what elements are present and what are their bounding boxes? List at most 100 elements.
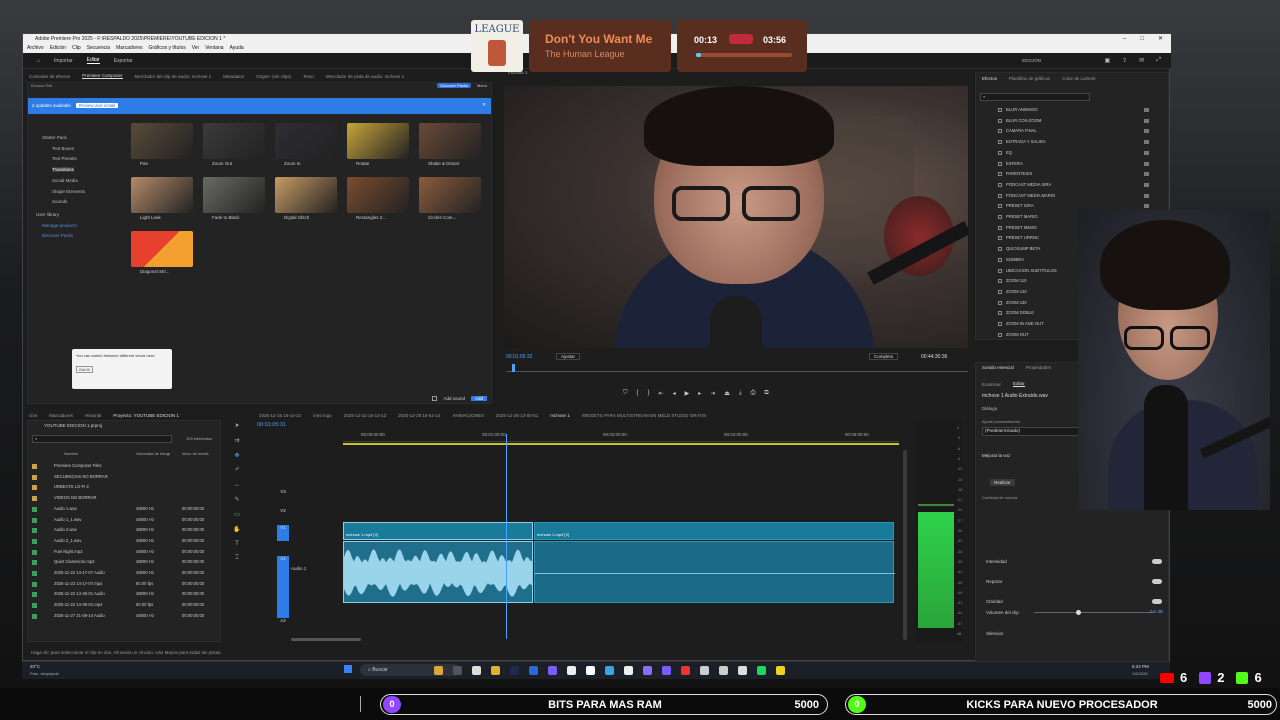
- workspace-edit[interactable]: Editar: [86, 57, 100, 64]
- repair-toggle[interactable]: [1152, 559, 1162, 564]
- project-item-name[interactable]: 2025-11-22 14-17-07.mp4: [54, 581, 102, 586]
- project-search-input[interactable]: ⌕: [32, 435, 172, 443]
- video-clip-1[interactable]: mchose 1.mp4 [V]: [343, 522, 533, 540]
- maximize-icon[interactable]: □: [1140, 34, 1144, 44]
- project-item-name[interactable]: 2025-11-22 14-36-01.mp4: [54, 602, 102, 607]
- track-header[interactable]: V2: [277, 508, 289, 516]
- pack-thumbnail[interactable]: [203, 123, 265, 159]
- slip-icon[interactable]: ↔: [234, 482, 240, 488]
- menu-item[interactable]: Ventana: [205, 44, 223, 53]
- fit-select[interactable]: Ajustar: [556, 353, 581, 360]
- project-tab[interactable]: Proyecto: YOUTUBE EDICION 1: [113, 413, 179, 418]
- taskbar-search[interactable]: ⌕ Buscar: [360, 664, 460, 676]
- project-tab[interactable]: Marcadores: [49, 413, 73, 418]
- workspace-export[interactable]: Exportar: [114, 58, 133, 64]
- tree-item[interactable]: Sounds: [52, 199, 67, 204]
- effect-item[interactable]: ENTRADA Y SALIDA: [1006, 139, 1046, 144]
- got-it-button[interactable]: Got it!: [76, 366, 93, 373]
- top-tab[interactable]: Mezclador de pista de audio: mchose 1: [326, 74, 404, 79]
- taskbar-app-icon[interactable]: [662, 666, 671, 675]
- repair-row-label[interactable]: Claridad: [986, 599, 1003, 604]
- add-button[interactable]: Add: [470, 396, 487, 401]
- pack-thumbnail[interactable]: [275, 123, 337, 159]
- track-header[interactable]: A2: [277, 618, 289, 626]
- effects-tab[interactable]: Color de Lumetri: [1062, 76, 1095, 81]
- effects-tab[interactable]: Efectos: [982, 76, 997, 81]
- effect-item[interactable]: PRESET MARIO: [1006, 214, 1038, 219]
- ripple-edit-icon[interactable]: ✥: [234, 452, 239, 459]
- timeline-ruler[interactable]: 00:00:00:00 00:01:00:00 00:03:00:00 00:04:0…: [343, 430, 899, 442]
- effect-item[interactable]: PRESET URRNC: [1006, 235, 1039, 240]
- tree-item[interactable]: User library: [36, 212, 59, 217]
- taskbar-app-icon[interactable]: [453, 666, 462, 675]
- taskbar-app-icon[interactable]: [643, 666, 652, 675]
- project-item-name[interactable]: Audio 2_1.wav: [54, 538, 81, 543]
- program-timecode[interactable]: 00:01:05:32: [506, 354, 532, 360]
- caption-icon[interactable]: ⌶: [235, 555, 239, 562]
- taskbar-app-icon[interactable]: [776, 666, 785, 675]
- top-tab[interactable]: Premiere Composer: [82, 73, 123, 79]
- audio-clip-1[interactable]: [343, 541, 533, 603]
- menu-item[interactable]: Edición: [50, 44, 66, 53]
- project-tab[interactable]: Historial: [85, 413, 101, 418]
- program-scrubber[interactable]: [506, 364, 968, 372]
- mark-in-icon[interactable]: {: [637, 390, 639, 397]
- project-item-name[interactable]: 2025-11-27 21-08-14 Audio: [54, 613, 105, 618]
- feedback-icon[interactable]: ✉: [1139, 57, 1144, 64]
- taskbar-app-icon[interactable]: [757, 666, 766, 675]
- close-icon[interactable]: ✕: [1158, 34, 1163, 44]
- effect-item[interactable]: PODCAST MEDIA MARIO: [1006, 193, 1055, 198]
- project-item-name[interactable]: Premiere Composer Files: [54, 463, 101, 468]
- extract-icon[interactable]: ⤓: [739, 390, 742, 397]
- minimize-icon[interactable]: –: [1123, 34, 1126, 44]
- taskbar-app-icon[interactable]: [586, 666, 595, 675]
- menu-item[interactable]: Marcadores: [116, 44, 142, 53]
- browse-tab[interactable]: Browse: [31, 83, 44, 88]
- effect-item[interactable]: ZOOM DOBLE: [1006, 310, 1034, 315]
- mute-label[interactable]: Silenciar: [986, 631, 1003, 636]
- pause-icon[interactable]: [729, 34, 753, 44]
- project-item-name[interactable]: 2025-11-22 14-17-07 Audio: [54, 570, 105, 575]
- share-icon[interactable]: ⇪: [1122, 57, 1127, 64]
- step-back-icon[interactable]: ◂: [673, 390, 676, 397]
- track-select-icon[interactable]: ⇉: [234, 437, 239, 444]
- workspace-import[interactable]: Importar: [54, 58, 73, 64]
- pack-thumbnail[interactable]: [275, 177, 337, 213]
- tree-item[interactable]: Discover Packs: [42, 233, 73, 238]
- track-header[interactable]: A1: [277, 556, 289, 618]
- sequence-tab[interactable]: intro logo: [313, 413, 332, 418]
- taskbar-app-icon[interactable]: [529, 666, 538, 675]
- project-tab[interactable]: ción: [29, 413, 37, 418]
- hand-icon[interactable]: ✋: [233, 526, 240, 533]
- track-header[interactable]: V3: [277, 489, 289, 497]
- timeline-hscroll[interactable]: [291, 638, 361, 641]
- go-to-in-icon[interactable]: ⇤: [659, 390, 664, 397]
- taskbar-app-icon[interactable]: [700, 666, 709, 675]
- apply-button[interactable]: Realizar: [990, 479, 1015, 486]
- tree-item[interactable]: Manage products: [42, 223, 77, 228]
- enhance-voice[interactable]: Mejorar la voz: [982, 453, 1010, 458]
- clip-volume-value[interactable]: 0.0 dB: [1150, 609, 1163, 614]
- effect-item[interactable]: QUICKUMP BETA: [1006, 246, 1040, 251]
- compare-icon[interactable]: ⧉: [764, 390, 768, 397]
- review-install-button[interactable]: Review and install: [76, 103, 119, 108]
- start-icon[interactable]: [344, 665, 352, 673]
- effect-item[interactable]: BLUR ANIMADO: [1006, 107, 1038, 112]
- effect-item[interactable]: BLUR CON ZOOM: [1006, 118, 1041, 123]
- pack-thumbnail[interactable]: [131, 231, 193, 267]
- pack-thumbnail[interactable]: [347, 123, 409, 159]
- step-forward-icon[interactable]: ▸: [698, 390, 701, 397]
- pack-thumbnail[interactable]: [419, 177, 481, 213]
- menu-item[interactable]: Gráficos y títulos: [148, 44, 185, 53]
- project-item-name[interactable]: 2025-11-22 14-36-01 Audio: [54, 591, 105, 596]
- close-banner-icon[interactable]: ✕: [482, 102, 486, 108]
- preset-select[interactable]: (Predeterminado): [982, 427, 1082, 436]
- tree-item[interactable]: Text Boxes: [52, 146, 74, 151]
- add-sound-checkbox[interactable]: [432, 396, 438, 401]
- workspace-name[interactable]: EDICIÓN: [1022, 58, 1041, 63]
- browse-subtab[interactable]: Examinar: [982, 382, 1001, 387]
- taskbar-app-icon[interactable]: [719, 666, 728, 675]
- timeline-vscroll[interactable]: [903, 450, 907, 640]
- video-clip-2[interactable]: mchose 1.mp4 [V]: [534, 522, 894, 540]
- menu-item[interactable]: Ver: [192, 44, 200, 53]
